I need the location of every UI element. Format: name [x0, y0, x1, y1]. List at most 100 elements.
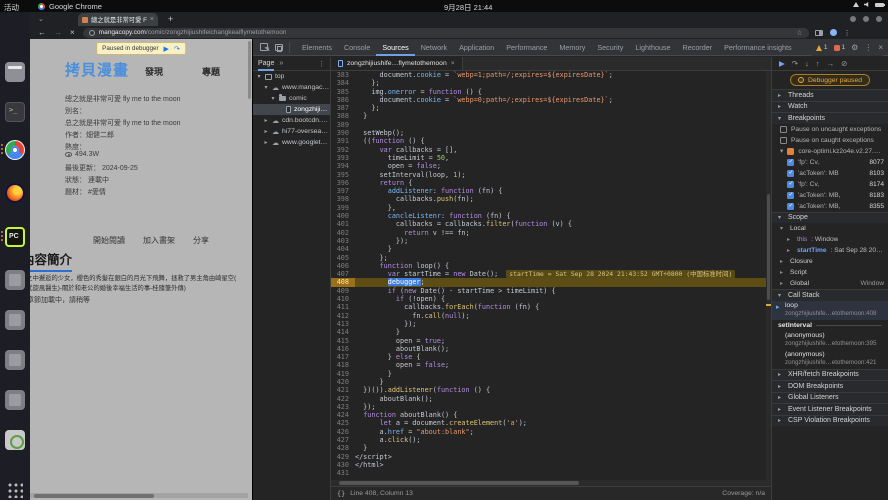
stop-button[interactable]: × — [70, 28, 75, 37]
code-line-396[interactable]: 396 return { — [331, 179, 771, 187]
code-line-385[interactable]: 385 img.onerror = function () { — [331, 88, 771, 96]
issues-badge[interactable]: 1 — [833, 44, 845, 51]
devtools-tab-memory[interactable]: Memory — [553, 39, 591, 56]
minimize-button[interactable] — [850, 16, 856, 22]
line-number[interactable]: 392 — [331, 146, 355, 154]
line-number[interactable]: 401 — [331, 220, 355, 228]
step-icon[interactable]: → — [827, 59, 835, 68]
section-csp-violation-breakpoints[interactable]: ▸ CSP Violation Breakpoints — [772, 414, 888, 426]
code-line-401[interactable]: 401 callbacks = callbacks.filter(functio… — [331, 220, 771, 228]
code-line-384[interactable]: 384 }; — [331, 79, 771, 87]
line-number[interactable]: 410 — [331, 295, 355, 303]
code-line-430[interactable]: 430 </html> — [331, 461, 771, 469]
line-number[interactable]: 413 — [331, 320, 355, 328]
line-number[interactable]: 416 — [331, 345, 355, 353]
code-line-402[interactable]: 402 return v !== fn; — [331, 229, 771, 237]
address-bar[interactable]: mangacopy.com/comic/zongzhijiushifeichan… — [82, 27, 809, 38]
scope-row[interactable]: ▸ Global Window — [772, 278, 888, 289]
call-stack-frame[interactable]: (anonymous) zongzhijiushife…etothemoon:39… — [772, 331, 888, 350]
code-line-410[interactable]: 410 if (!open) { — [331, 295, 771, 303]
dock-icon-terminal[interactable] — [5, 102, 25, 122]
expand-arrow-icon[interactable]: ▸ — [263, 139, 269, 146]
expand-arrow-icon[interactable]: ▸ — [780, 258, 786, 265]
code-line-390[interactable]: 390 setWebp(); — [331, 129, 771, 137]
line-number[interactable]: 386 — [331, 96, 355, 104]
code-line-427[interactable]: 427 a.click(); — [331, 436, 771, 444]
code-line-389[interactable]: 389 — [331, 121, 771, 129]
devtools-tab-performance[interactable]: Performance — [500, 39, 553, 56]
line-number[interactable]: 385 — [331, 88, 355, 96]
devtools-tab-application[interactable]: Application — [453, 39, 500, 56]
breakpoint-item[interactable]: 'fp': Cv, 8174 — [772, 179, 888, 190]
tree-item-cdn-bootcdn-net[interactable]: ▸ ☁ cdn.bootcdn.net — [253, 115, 330, 126]
section-call-stack[interactable]: ▾ Call Stack — [772, 289, 888, 301]
code-line-388[interactable]: 388 } — [331, 112, 771, 120]
line-number[interactable]: 404 — [331, 245, 355, 253]
line-number[interactable]: 395 — [331, 171, 355, 179]
code-line-395[interactable]: 395 setInterval(loop, 1); — [331, 171, 771, 179]
code-line-425[interactable]: 425 let a = document.createElement('a'); — [331, 419, 771, 427]
section-scope[interactable]: ▾ Scope — [772, 211, 888, 223]
code-line-429[interactable]: 429 </script> — [331, 453, 771, 461]
line-number[interactable]: 419 — [331, 370, 355, 378]
editor-horizontal-scrollbar[interactable] — [331, 480, 771, 486]
checkbox-checked[interactable] — [787, 180, 794, 188]
breakpoint-item[interactable]: 'acToken': MB 8103 — [772, 168, 888, 179]
line-number[interactable]: 415 — [331, 337, 355, 345]
expand-arrow-icon[interactable]: ▸ — [787, 247, 793, 254]
dock-icon-app-3[interactable] — [5, 350, 25, 370]
back-button[interactable]: ← — [38, 28, 46, 37]
line-number[interactable]: 411 — [331, 303, 355, 311]
breakpoint-item[interactable]: 'acToken': MB, 8183 — [772, 190, 888, 201]
code-line-418[interactable]: 418 open = false; — [331, 361, 771, 369]
code-line-411[interactable]: 411 callbacks.forEach(function (fn) { — [331, 303, 771, 311]
scope-row[interactable]: ▸ Script — [772, 267, 888, 278]
line-number[interactable]: 426 — [331, 428, 355, 436]
pause-option[interactable]: Pause on uncaught exceptions — [772, 124, 888, 135]
tree-item-comic[interactable]: ▾ comic — [253, 93, 330, 104]
devtools-tab-network[interactable]: Network — [415, 39, 453, 56]
dock-icon-app-1[interactable] — [5, 270, 25, 290]
code-line-392[interactable]: 392 var callbacks = [], — [331, 146, 771, 154]
line-number[interactable]: 420 — [331, 378, 355, 386]
line-number[interactable]: 422 — [331, 395, 355, 403]
line-number[interactable]: 389 — [331, 121, 355, 129]
section-watch[interactable]: ▸ Watch — [772, 100, 888, 112]
expand-arrow-icon[interactable]: ▸ — [780, 280, 786, 287]
tree-item-www-mangacopy-[interactable]: ▾☁www.mangacopy.. — [253, 82, 330, 93]
line-number[interactable]: 405 — [331, 254, 355, 262]
devtools-tab-performance-insights[interactable]: Performance insights — [718, 39, 798, 56]
line-number[interactable]: 424 — [331, 411, 355, 419]
line-number[interactable]: 398 — [331, 195, 355, 203]
code-line-386[interactable]: 386 document.cookie = `webp=0;path=/;exp… — [331, 96, 771, 104]
line-number[interactable]: 407 — [331, 270, 355, 278]
code-line-428[interactable]: 428 } — [331, 444, 771, 452]
section-xhr-fetch-breakpoints[interactable]: ▸ XHR/fetch Breakpoints — [772, 368, 888, 380]
code-line-403[interactable]: 403 }); — [331, 237, 771, 245]
devtools-tab-sources[interactable]: Sources — [376, 39, 414, 56]
forward-button[interactable]: → — [54, 28, 62, 37]
code-line-420[interactable]: 420 } — [331, 378, 771, 386]
call-stack-frame[interactable]: (anonymous) zongzhijiushife…etothemoon:42… — [772, 350, 888, 369]
profile-avatar[interactable] — [829, 29, 837, 36]
inspect-element-icon[interactable] — [260, 43, 268, 51]
browser-menu-icon[interactable]: ⋮ — [844, 29, 851, 37]
code-line-431[interactable]: 431 — [331, 469, 771, 477]
resume-script-icon[interactable]: ▶ — [164, 45, 169, 53]
line-number[interactable]: 409 — [331, 287, 355, 295]
line-number[interactable]: 383 — [331, 71, 355, 79]
section-event-listener-breakpoints[interactable]: ▸ Event Listener Breakpoints — [772, 403, 888, 415]
code-line-424[interactable]: 424 function aboutBlank() { — [331, 411, 771, 419]
section-global-listeners[interactable]: ▸ Global Listeners — [772, 391, 888, 403]
line-number[interactable]: 431 — [331, 469, 355, 477]
line-number[interactable]: 397 — [331, 187, 355, 195]
call-stack-frame[interactable]: loopzongzhijiushife…etothemoon:408 — [772, 300, 888, 320]
tab-close-icon[interactable]: × — [150, 16, 154, 23]
tab-search-chevron-icon[interactable]: ⌄ — [38, 15, 44, 23]
code-line-387[interactable]: 387 }; — [331, 104, 771, 112]
scope-row[interactable]: ▸ Closure — [772, 256, 888, 267]
devtools-menu-icon[interactable]: ⋮ — [864, 43, 872, 52]
expand-arrow-icon[interactable]: ▾ — [263, 84, 269, 91]
tree-item-www-googletagm-[interactable]: ▸☁www.googletagm... — [253, 137, 330, 148]
code-line-423[interactable]: 423 }); — [331, 403, 771, 411]
